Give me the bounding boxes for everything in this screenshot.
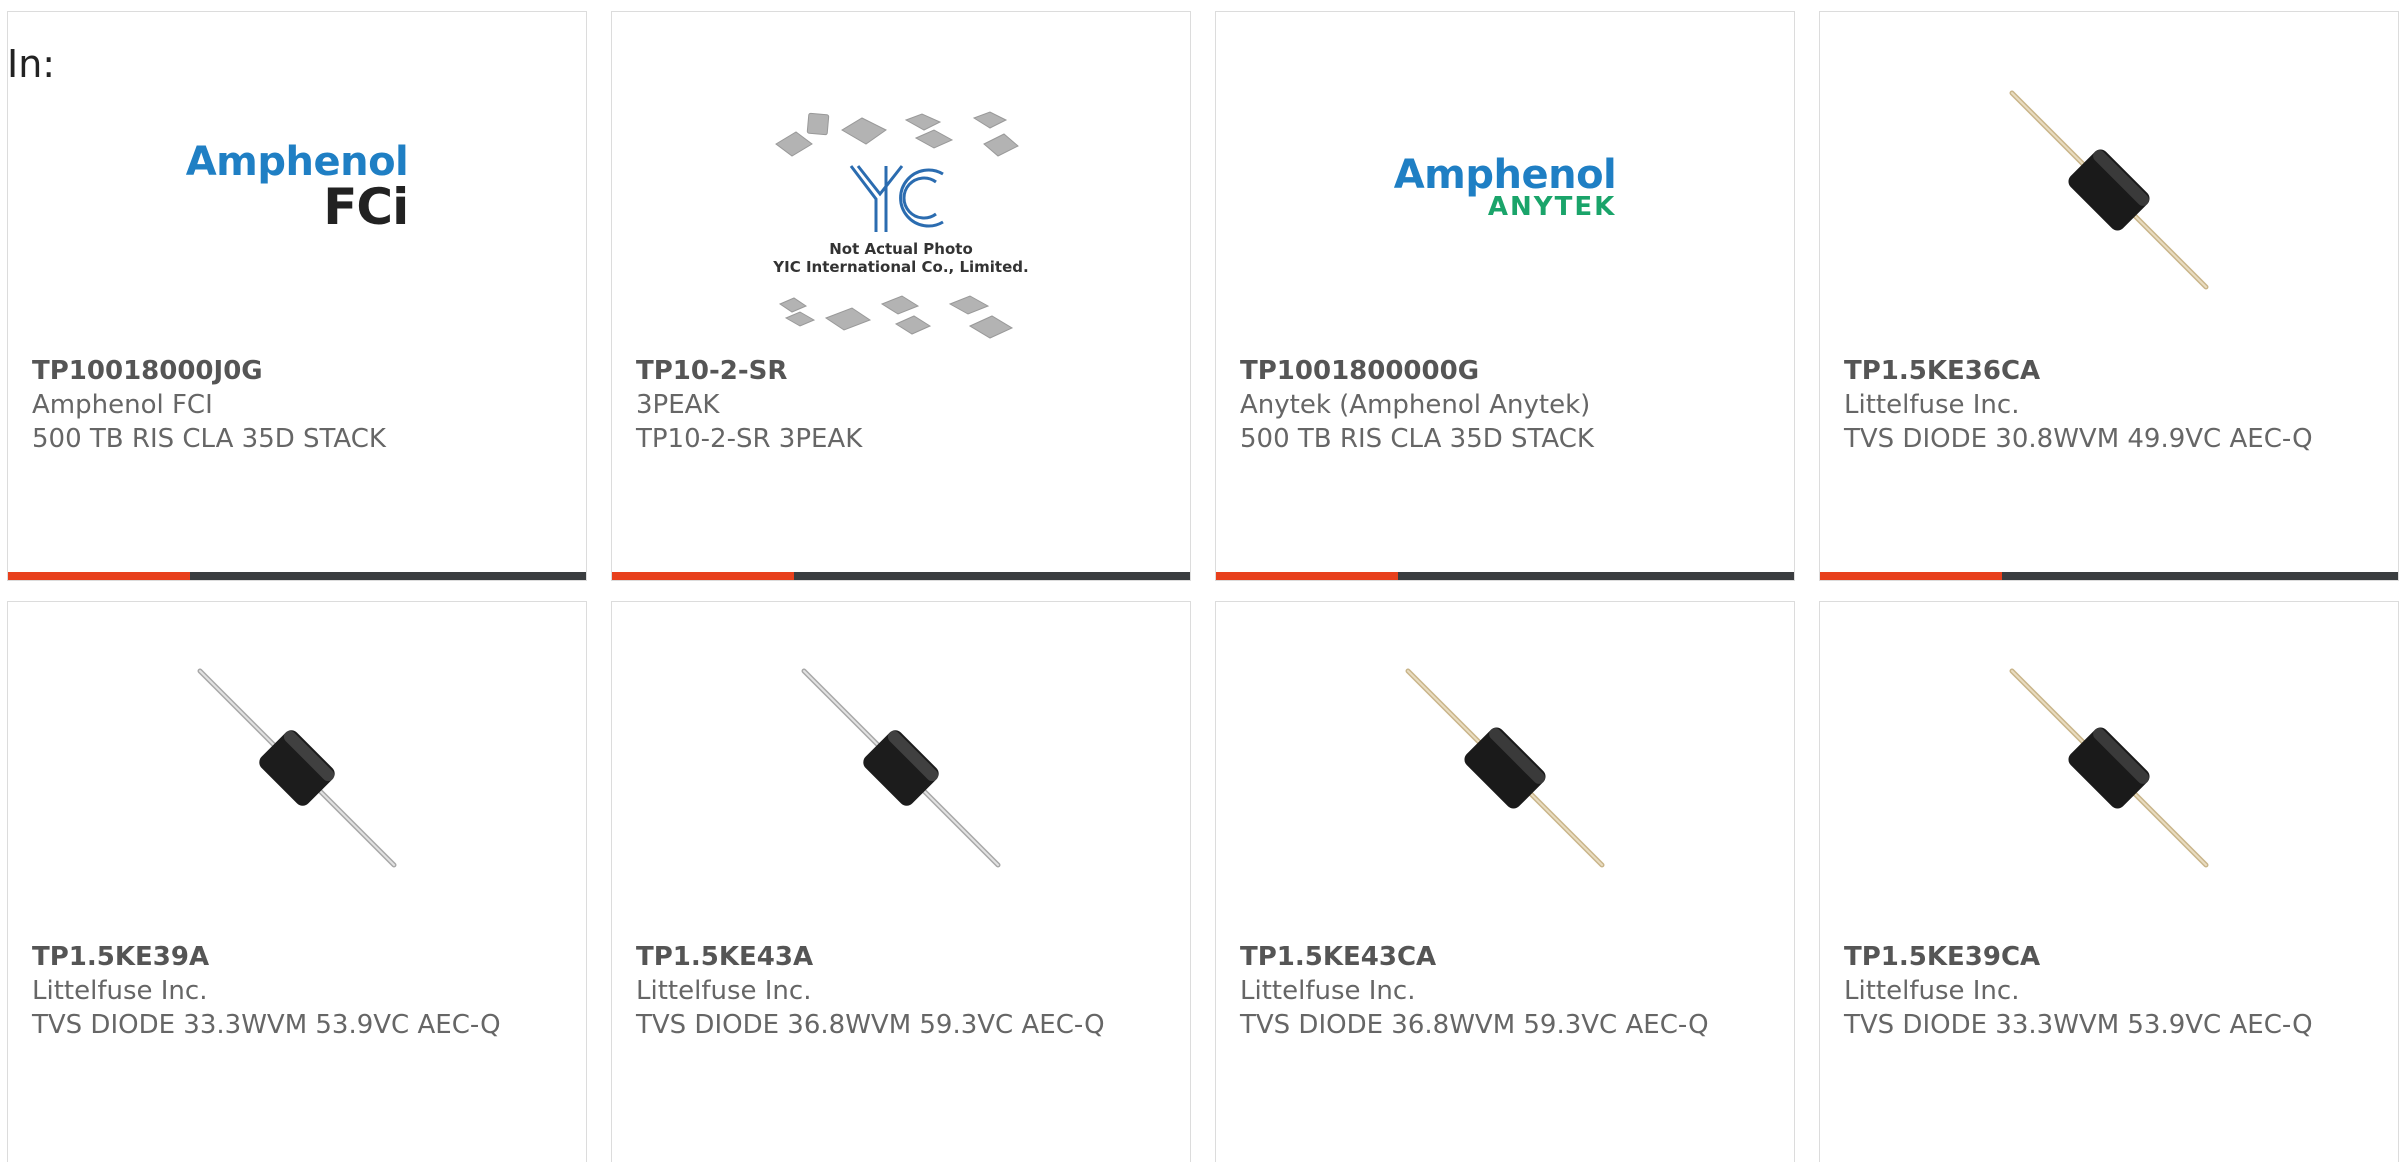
part-number[interactable]: TP10018000J0G [32, 354, 568, 388]
product-card[interactable]: Amphenol ANYTEK TP1001800000G Anytek (Am… [1215, 11, 1795, 581]
product-card[interactable]: Not Actual Photo YIC International Co., … [611, 11, 1191, 581]
manufacturer: Littelfuse Inc. [1240, 976, 1416, 1006]
svg-text:Not Actual Photo: Not Actual Photo [829, 240, 973, 258]
product-card[interactable]: TP1.5KE43CA Littelfuse Inc. TVS DIODE 36… [1215, 601, 1795, 1162]
yic-placeholder-image: Not Actual Photo YIC International Co., … [772, 111, 1029, 339]
product-card[interactable]: TP1.5KE36CA Littelfuse Inc. TVS DIODE 30… [1819, 11, 2399, 581]
manufacturer: Amphenol FCI [32, 390, 213, 420]
axial-diode-image [197, 668, 397, 868]
product-info: TP1001800000G Anytek (Amphenol Anytek) 5… [1240, 354, 1776, 456]
axial-diode-image [2009, 668, 2209, 868]
description: TVS DIODE 36.8WVM 59.3VC AEC-Q [1240, 1010, 1709, 1040]
product-info: TP1.5KE39A Littelfuse Inc. TVS DIODE 33.… [32, 940, 568, 1042]
part-number[interactable]: TP1.5KE43CA [1240, 940, 1776, 974]
part-number[interactable]: TP1.5KE43A [636, 940, 1172, 974]
description: TVS DIODE 33.3WVM 53.9VC AEC-Q [1844, 1010, 2313, 1040]
axial-diode-image [2009, 90, 2209, 290]
card-bottom-bar [612, 572, 1190, 580]
product-image [8, 658, 586, 878]
product-image: Not Actual Photo YIC International Co., … [612, 104, 1190, 354]
card-bottom-bar [1216, 572, 1794, 580]
manufacturer: Littelfuse Inc. [636, 976, 812, 1006]
product-grid: Amphenol FCi TP10018000J0G Amphenol FCI … [7, 11, 2399, 1162]
part-number[interactable]: TP1.5KE36CA [1844, 354, 2380, 388]
product-info: TP1.5KE39CA Littelfuse Inc. TVS DIODE 33… [1844, 940, 2380, 1042]
product-image [1216, 658, 1794, 878]
product-image [612, 658, 1190, 878]
part-number[interactable]: TP1001800000G [1240, 354, 1776, 388]
manufacturer: Littelfuse Inc. [32, 976, 208, 1006]
description: TP10-2-SR 3PEAK [636, 424, 863, 454]
description: 500 TB RIS CLA 35D STACK [32, 424, 386, 454]
description: TVS DIODE 30.8WVM 49.9VC AEC-Q [1844, 424, 2313, 454]
part-number[interactable]: TP1.5KE39CA [1844, 940, 2380, 974]
product-info: TP10-2-SR 3PEAK TP10-2-SR 3PEAK [636, 354, 1172, 456]
card-bottom-bar [1820, 572, 2398, 580]
product-card[interactable]: TP1.5KE43A Littelfuse Inc. TVS DIODE 36.… [611, 601, 1191, 1162]
product-info: TP10018000J0G Amphenol FCI 500 TB RIS CL… [32, 354, 568, 456]
product-card[interactable]: TP1.5KE39CA Littelfuse Inc. TVS DIODE 33… [1819, 601, 2399, 1162]
axial-diode-image [801, 668, 1001, 868]
description: TVS DIODE 33.3WVM 53.9VC AEC-Q [32, 1010, 501, 1040]
manufacturer: 3PEAK [636, 390, 720, 420]
product-info: TP1.5KE43CA Littelfuse Inc. TVS DIODE 36… [1240, 940, 1776, 1042]
svg-text:YIC International Co., Limited: YIC International Co., Limited. [772, 258, 1028, 276]
product-image: Amphenol ANYTEK [1216, 82, 1794, 292]
product-image [1820, 658, 2398, 878]
card-bottom-bar [8, 572, 586, 580]
product-info: TP1.5KE43A Littelfuse Inc. TVS DIODE 36.… [636, 940, 1172, 1042]
amphenol-anytek-logo: Amphenol ANYTEK [1393, 152, 1617, 222]
manufacturer: Littelfuse Inc. [1844, 390, 2020, 420]
product-card[interactable]: Amphenol FCi TP10018000J0G Amphenol FCI … [7, 11, 587, 581]
part-number[interactable]: TP1.5KE39A [32, 940, 568, 974]
product-info: TP1.5KE36CA Littelfuse Inc. TVS DIODE 30… [1844, 354, 2380, 456]
manufacturer: Littelfuse Inc. [1844, 976, 2020, 1006]
product-results-page: In: Amphenol FCi TP10018000J0G Amphenol … [0, 0, 2400, 1162]
filter-in-label: In: [7, 42, 56, 86]
part-number[interactable]: TP10-2-SR [636, 354, 1172, 388]
axial-diode-image [1405, 668, 1605, 868]
amphenol-fci-logo: Amphenol FCi [185, 139, 410, 236]
description: TVS DIODE 36.8WVM 59.3VC AEC-Q [636, 1010, 1105, 1040]
product-image [1820, 80, 2398, 300]
manufacturer: Anytek (Amphenol Anytek) [1240, 390, 1591, 420]
product-card[interactable]: TP1.5KE39A Littelfuse Inc. TVS DIODE 33.… [7, 601, 587, 1162]
description: 500 TB RIS CLA 35D STACK [1240, 424, 1594, 454]
product-image: Amphenol FCi [8, 82, 586, 292]
